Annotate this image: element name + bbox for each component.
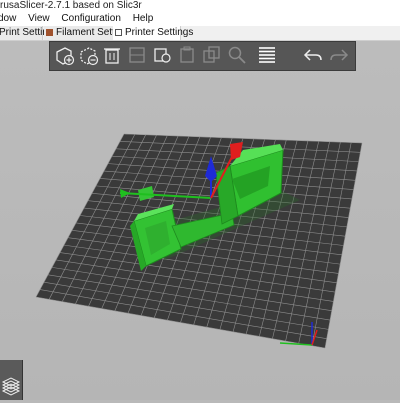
settings-tab-bar: Print Settings Filament Settings Printer… <box>0 26 400 41</box>
add-cube-icon <box>56 47 75 66</box>
layer-stack-icon <box>1 377 21 396</box>
delete-all-button[interactable] <box>101 44 123 66</box>
add-object-button[interactable] <box>53 44 75 66</box>
search-icon <box>228 46 246 64</box>
search-button[interactable] <box>226 44 248 66</box>
redo-button[interactable] <box>328 44 350 66</box>
main-toolbar <box>49 41 356 71</box>
arrange-icon <box>129 47 145 63</box>
printer-icon <box>115 29 122 36</box>
scene-canvas[interactable] <box>0 41 400 400</box>
copy-icon <box>154 48 171 63</box>
tab-filament-settings[interactable]: Filament Settings <box>44 26 133 40</box>
window-title: rusaSlicer-2.7.1 based on Slic3r <box>0 0 400 12</box>
copy-button[interactable] <box>151 44 173 66</box>
layer-view-button[interactable] <box>0 360 23 400</box>
duplicate-icon <box>203 46 220 63</box>
layers-editing-button[interactable] <box>256 44 278 66</box>
paste-button[interactable] <box>176 44 198 66</box>
menu-configuration[interactable]: Configuration <box>61 12 120 26</box>
menu-view[interactable]: View <box>28 12 50 26</box>
delete-object-button[interactable] <box>77 44 99 66</box>
layers-icon <box>259 47 275 63</box>
arrange-button[interactable] <box>126 44 148 66</box>
menu-window[interactable]: dow <box>0 12 16 26</box>
3d-viewport[interactable] <box>0 41 400 400</box>
undo-icon <box>303 49 322 61</box>
menu-bar: dow View Configuration Help <box>0 12 400 26</box>
tab-label: Printer Settings <box>125 27 194 38</box>
menu-help[interactable]: Help <box>133 12 154 26</box>
tab-printer-settings[interactable]: Printer Settings <box>113 26 193 40</box>
paste-icon <box>180 46 194 63</box>
undo-button[interactable] <box>302 44 324 66</box>
remove-cube-icon <box>80 47 99 66</box>
object-copy-button[interactable] <box>201 44 223 66</box>
filament-spool-icon <box>46 29 53 36</box>
trash-icon <box>104 48 120 64</box>
redo-icon <box>330 49 349 61</box>
tab-print-settings[interactable]: Print Settings <box>0 26 58 40</box>
